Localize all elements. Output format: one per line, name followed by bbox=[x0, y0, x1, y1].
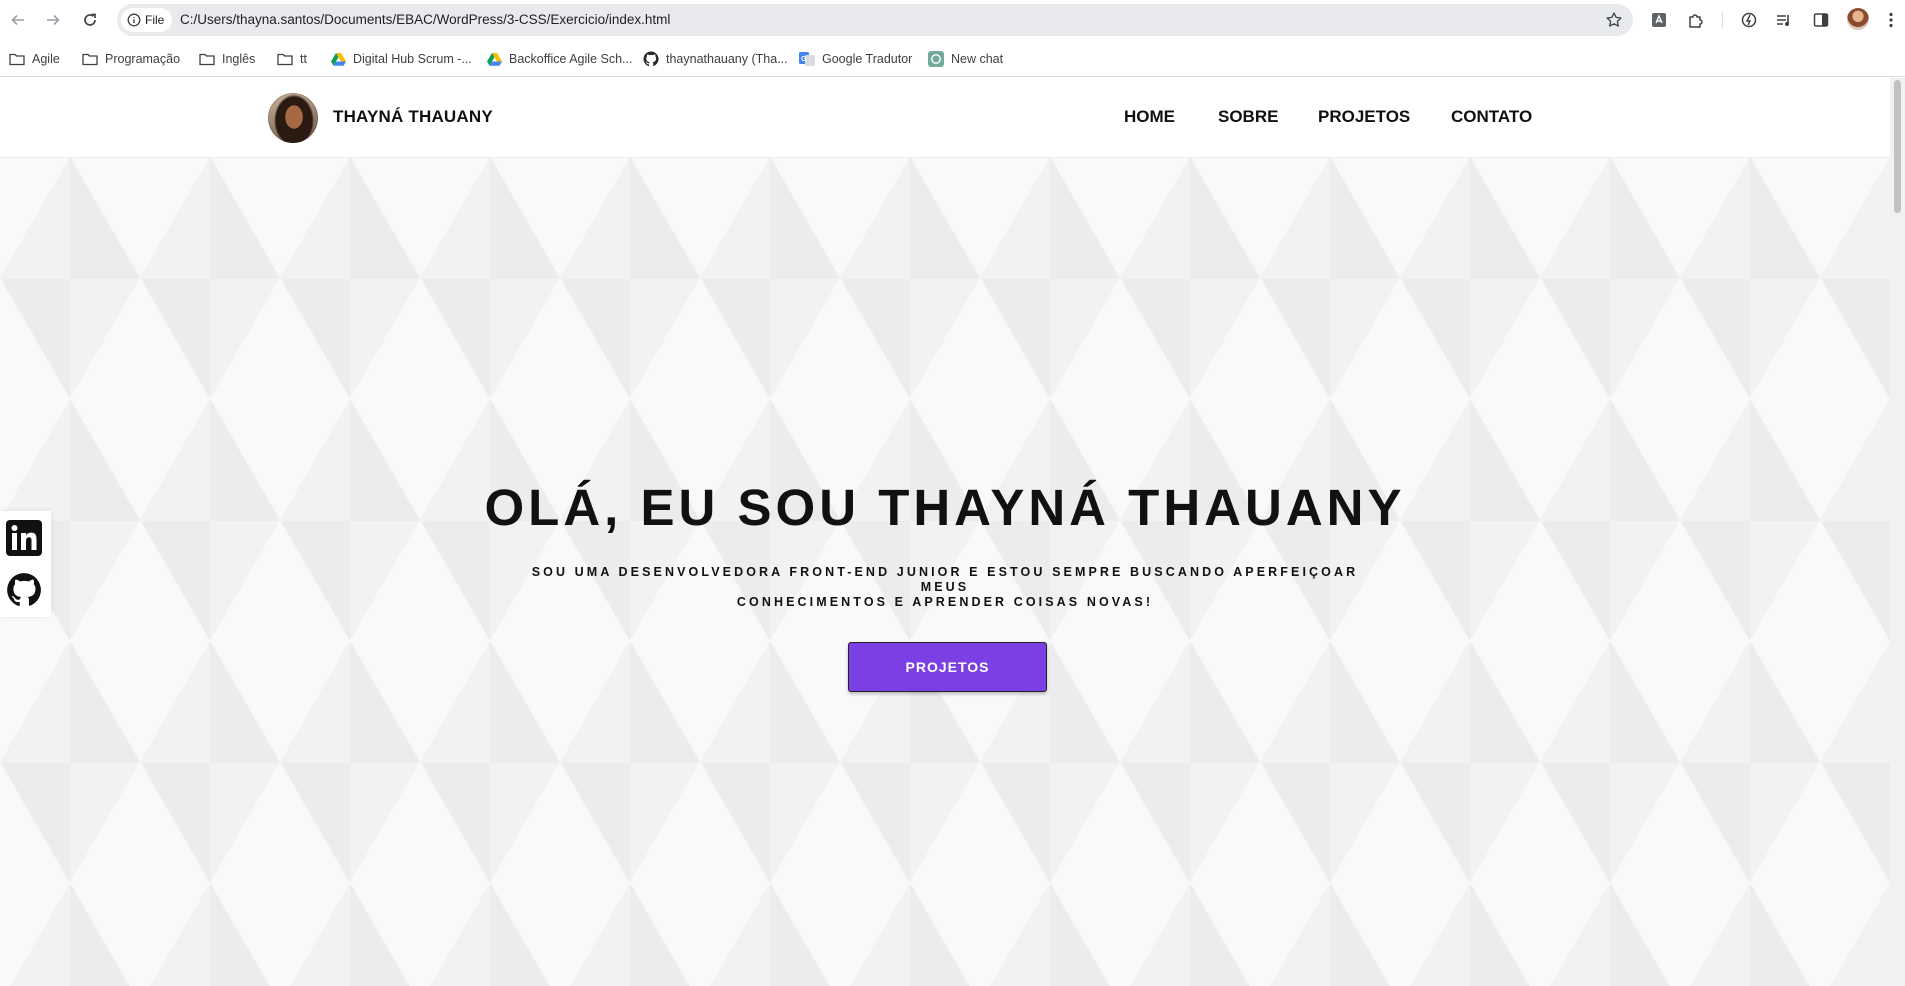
folder-icon bbox=[82, 53, 98, 66]
linkedin-icon[interactable] bbox=[6, 520, 42, 556]
back-button[interactable] bbox=[6, 8, 30, 32]
reload-icon bbox=[84, 13, 96, 26]
forward-button[interactable] bbox=[41, 8, 65, 32]
bookmark-label: Digital Hub Scrum -... bbox=[353, 52, 472, 66]
page-scrollbar[interactable] bbox=[1890, 78, 1905, 986]
nav-sobre[interactable]: SOBRE bbox=[1218, 107, 1278, 127]
site-chip-label: File bbox=[145, 13, 165, 27]
bookmark-folder-ingles[interactable]: Inglês bbox=[199, 49, 255, 69]
bookmark-google-tradutor[interactable]: G Google Tradutor bbox=[799, 49, 912, 69]
chatgpt-icon bbox=[928, 51, 944, 67]
nav-projetos[interactable]: PROJETOS bbox=[1318, 107, 1410, 127]
side-panel-button[interactable] bbox=[1810, 9, 1832, 31]
bookmark-label: Inglês bbox=[222, 52, 256, 66]
hero-section: OLÁ, EU SOU THAYNÁ THAUANY SOU UMA DESEN… bbox=[0, 158, 1890, 986]
browser-menu-button[interactable] bbox=[1880, 9, 1902, 31]
profile-avatar[interactable] bbox=[1847, 8, 1869, 30]
profile-photo bbox=[268, 93, 318, 143]
folder-icon bbox=[199, 53, 215, 66]
bookmark-label: thaynathauany (Tha... bbox=[666, 52, 788, 66]
bookmark-label: tt bbox=[300, 52, 307, 66]
bookmark-new-chat[interactable]: New chat bbox=[928, 49, 1003, 69]
translate-ext-icon bbox=[1652, 13, 1666, 27]
projetos-button[interactable]: PROJETOS bbox=[848, 642, 1047, 692]
folder-icon bbox=[9, 53, 25, 66]
github-icon[interactable] bbox=[6, 572, 42, 608]
back-arrow-icon bbox=[11, 14, 24, 26]
kebab-menu-icon bbox=[1889, 12, 1893, 28]
hero-subtitle-line-2: CONHECIMENTOS E APRENDER COISAS NOVAS! bbox=[736, 595, 1154, 609]
side-panel-icon bbox=[1813, 13, 1829, 27]
github-icon bbox=[643, 51, 659, 67]
bookmark-folder-agile[interactable]: Agile bbox=[9, 49, 60, 69]
url-text[interactable]: C:/Users/thayna.santos/Documents/EBAC/Wo… bbox=[180, 12, 670, 27]
bookmark-label: New chat bbox=[951, 52, 1004, 66]
folder-icon bbox=[277, 53, 293, 66]
extension-icon-1[interactable] bbox=[1648, 9, 1670, 31]
drive-icon bbox=[487, 52, 502, 66]
translate-icon: G bbox=[799, 52, 815, 66]
scrollbar-thumb[interactable] bbox=[1894, 80, 1901, 213]
site-brand[interactable]: THAYNÁ THAUANY bbox=[333, 107, 493, 127]
bookmark-folder-programacao[interactable]: Programação bbox=[82, 49, 180, 69]
bookmark-github-thaynathauany[interactable]: thaynathauany (Tha... bbox=[643, 49, 788, 69]
drive-icon bbox=[331, 52, 346, 66]
bookmark-backoffice-agile[interactable]: Backoffice Agile Sch... bbox=[487, 49, 632, 69]
bookmark-folder-tt[interactable]: tt bbox=[277, 49, 307, 69]
playlist-icon bbox=[1777, 15, 1789, 26]
bookmark-label: Agile bbox=[32, 52, 60, 66]
bookmark-digital-hub-scrum[interactable]: Digital Hub Scrum -... bbox=[331, 49, 472, 69]
nav-contato[interactable]: CONTATO bbox=[1451, 107, 1532, 127]
nav-home[interactable]: HOME bbox=[1124, 107, 1175, 127]
svg-text:G: G bbox=[801, 56, 807, 63]
hero-subtitle: SOU UMA DESENVOLVEDORA FRONT-END JUNIOR … bbox=[510, 565, 1380, 610]
hero-subtitle-line-1: SOU UMA DESENVOLVEDORA FRONT-END JUNIOR … bbox=[531, 565, 1359, 594]
page-viewport: THAYNÁ THAUANY HOME SOBRE PROJETOS CONTA… bbox=[0, 78, 1905, 986]
bookmark-label: Programação bbox=[105, 52, 181, 66]
forward-arrow-icon bbox=[47, 14, 60, 26]
media-control-button[interactable] bbox=[1773, 9, 1795, 31]
bookmark-label: Google Tradutor bbox=[822, 52, 913, 66]
performance-button[interactable] bbox=[1738, 9, 1760, 31]
address-bar[interactable]: File C:/Users/thayna.santos/Documents/EB… bbox=[117, 4, 1633, 36]
social-sidebar bbox=[0, 511, 51, 617]
info-icon bbox=[127, 13, 141, 27]
hero-title: OLÁ, EU SOU THAYNÁ THAUANY bbox=[484, 479, 1406, 536]
toolbar-divider bbox=[1722, 12, 1723, 28]
browser-toolbar: File C:/Users/thayna.santos/Documents/EB… bbox=[0, 0, 1905, 40]
site-header: THAYNÁ THAUANY HOME SOBRE PROJETOS CONTA… bbox=[0, 78, 1890, 158]
bookmark-label: Backoffice Agile Sch... bbox=[509, 52, 633, 66]
bookmark-star-icon[interactable] bbox=[1605, 11, 1623, 29]
site-info-chip[interactable]: File bbox=[121, 8, 173, 32]
speed-icon bbox=[1741, 12, 1757, 28]
puzzle-icon bbox=[1689, 14, 1703, 28]
extensions-button[interactable] bbox=[1685, 9, 1707, 31]
bookmarks-bar: Agile Programação Inglês tt Digital Hub … bbox=[0, 40, 1905, 77]
reload-button[interactable] bbox=[78, 8, 102, 32]
